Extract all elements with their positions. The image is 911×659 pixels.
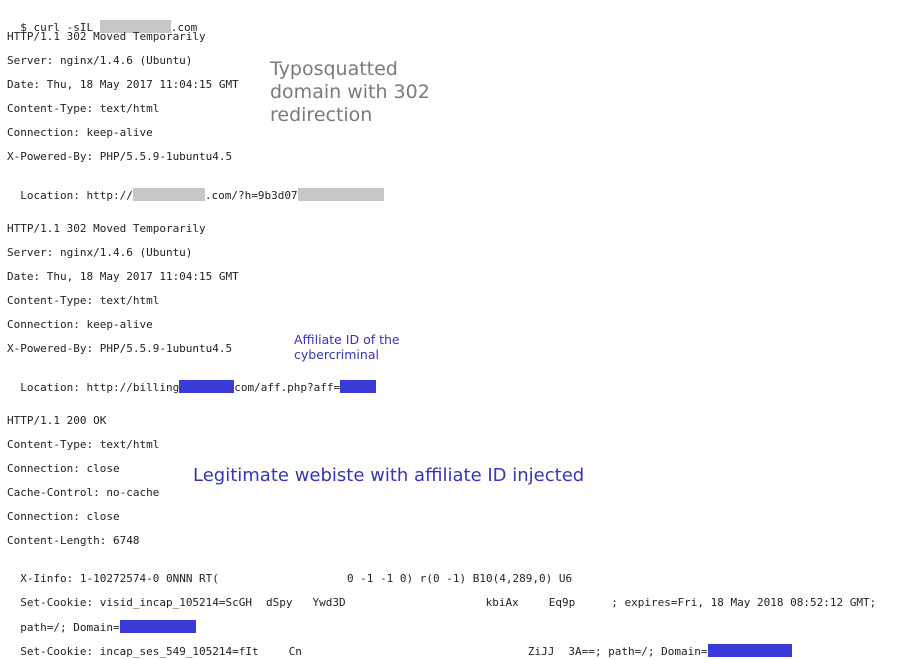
redaction-box (297, 188, 384, 201)
cookie-part: Ywd3D (312, 596, 346, 609)
redaction-box (179, 380, 235, 393)
header-date: Date: Thu, 18 May 2017 11:04:15 GMT (7, 78, 239, 91)
location-prefix: Location: http:// (20, 189, 133, 202)
header-server: Server: nginx/1.4.6 (Ubuntu) (7, 246, 193, 259)
header-set-cookie: Set-Cookie: incap_ses_549_105214=fIt Cn Zi… (7, 630, 792, 659)
cookie-part: Eq9p (548, 596, 576, 609)
redaction-box (707, 644, 792, 657)
redaction-box (132, 188, 205, 201)
header-connection: Connection: close (7, 462, 120, 475)
header-powered-by: X-Powered-By: PHP/5.5.9-1ubuntu4.5 (7, 342, 233, 355)
header-powered-by: X-Powered-By: PHP/5.5.9-1ubuntu4.5 (7, 150, 233, 163)
cookie-part: Set-Cookie: incap_ses_549_105214=fIt (20, 645, 259, 658)
redaction-box (340, 380, 377, 393)
header-content-type: Content-Type: text/html (7, 438, 160, 451)
header-date: Date: Thu, 18 May 2017 11:04:15 GMT (7, 270, 239, 283)
location-path: com/aff.php?aff= (234, 381, 341, 394)
annotation-affiliate-id: Affiliate ID of the cybercriminal (294, 332, 400, 362)
location-prefix: Location: http://billing (20, 381, 180, 394)
header-status-line: HTTP/1.1 200 OK (7, 414, 107, 427)
header-connection: Connection: keep-alive (7, 126, 153, 139)
cookie-expires: ; expires=Fri, 18 May 2018 08:52:12 GMT; (611, 596, 877, 609)
header-server: Server: nginx/1.4.6 (Ubuntu) (7, 54, 193, 67)
location-path: .com/?h=9b3d07 (204, 189, 298, 202)
header-connection: Connection: close (7, 510, 120, 523)
header-connection: Connection: keep-alive (7, 318, 153, 331)
header-cache-control: Cache-Control: no-cache (7, 486, 160, 499)
header-status-line: HTTP/1.1 302 Moved Temporarily (7, 30, 206, 43)
header-content-type: Content-Type: text/html (7, 102, 160, 115)
header-location: Location: http:// .com/?h=9b3d07 (7, 174, 384, 203)
header-content-length: Content-Length: 6748 (7, 534, 140, 547)
header-content-type: Content-Type: text/html (7, 294, 160, 307)
cookie-part: kbiAx (485, 596, 519, 609)
annotation-typosquatted: Typosquatted domain with 302 redirection (270, 58, 430, 126)
cookie-part: ZiJJ (527, 645, 555, 658)
annotation-legitimate-website: Legitimate webiste with affiliate ID inj… (193, 465, 585, 486)
cookie-part: Cn (288, 645, 302, 658)
header-status-line: HTTP/1.1 302 Moved Temporarily (7, 222, 206, 235)
header-location: Location: http://billing com/aff.php?aff= (7, 366, 377, 395)
cookie-part: dSpy (266, 596, 293, 609)
cookie-path-domain: 3A==; path=/; Domain= (568, 645, 708, 658)
